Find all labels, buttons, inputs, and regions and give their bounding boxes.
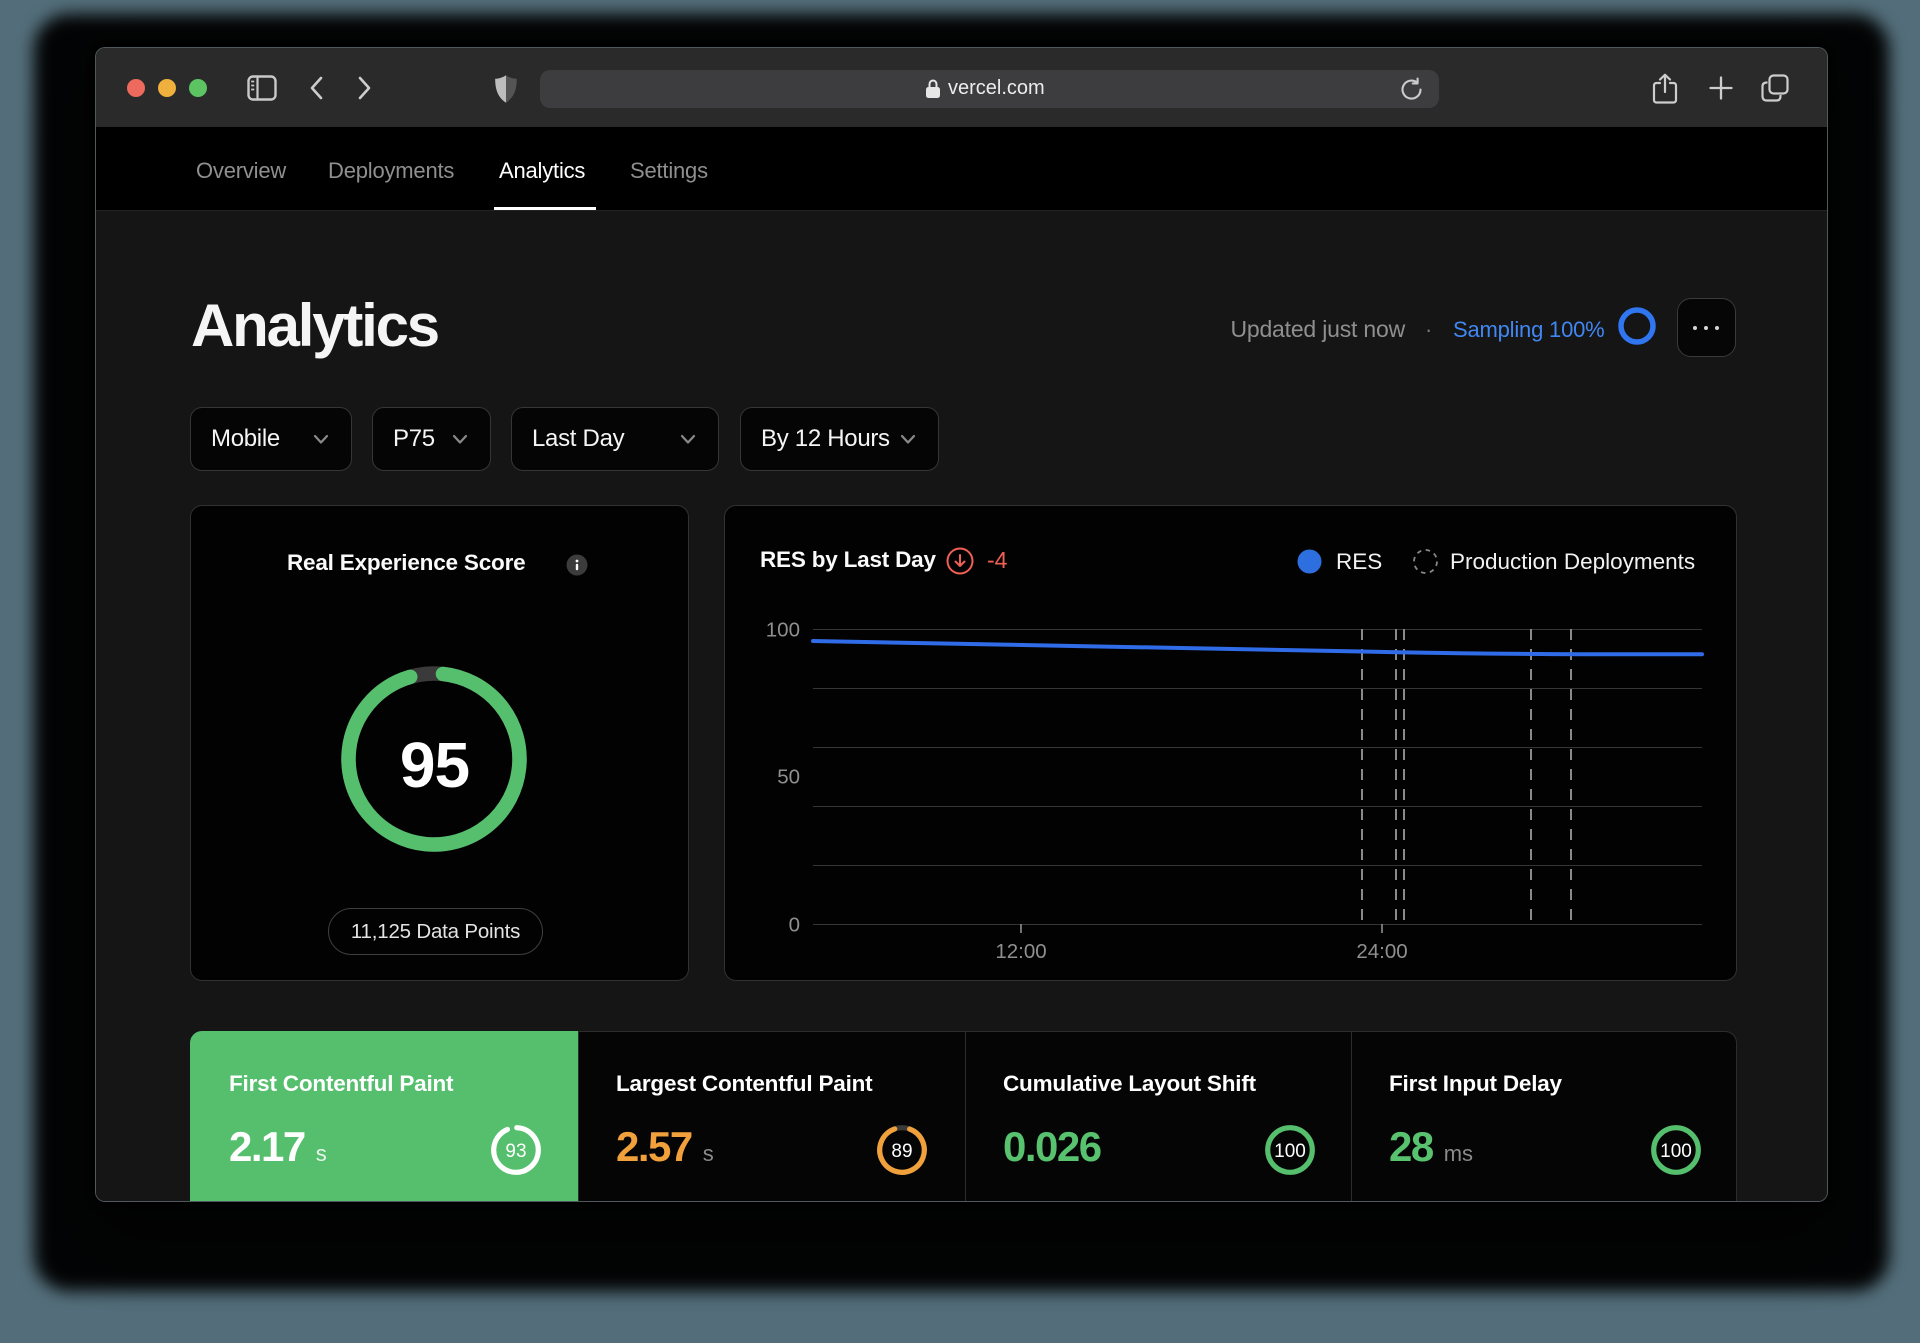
svg-text:100: 100 <box>1660 1141 1692 1162</box>
svg-text:24:00: 24:00 <box>1356 940 1407 963</box>
svg-text:50: 50 <box>777 766 800 789</box>
svg-text:93: 93 <box>505 1141 526 1162</box>
svg-text:12:00: 12:00 <box>995 940 1046 963</box>
svg-text:100: 100 <box>766 619 800 642</box>
svg-text:100: 100 <box>1274 1141 1306 1162</box>
svg-text:89: 89 <box>891 1141 912 1162</box>
svg-text:0: 0 <box>789 914 800 937</box>
